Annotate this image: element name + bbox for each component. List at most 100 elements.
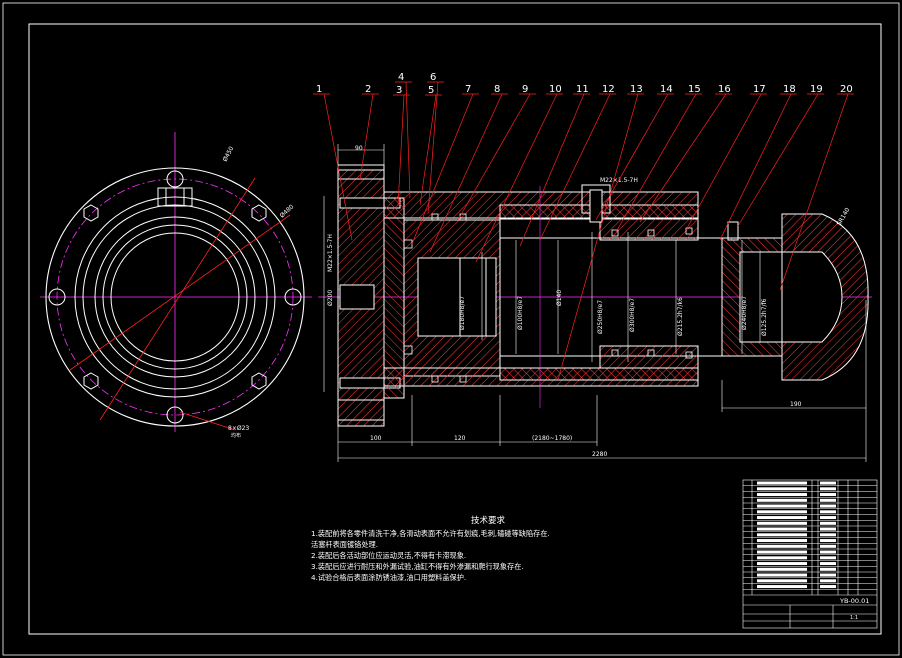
note-line: 3.装配后应进行耐压和外漏试验,油缸不得有外渗漏和爬行现象存在. xyxy=(311,562,524,571)
dim-len-190: 190 xyxy=(790,401,802,408)
title-block-cell-text xyxy=(757,481,807,485)
balloon-number: 11 xyxy=(576,84,589,95)
title-block-cell-text xyxy=(820,493,836,497)
gland-top xyxy=(599,217,699,241)
title-block-cell-text xyxy=(757,550,807,554)
hole-note-label: 均布 xyxy=(231,432,241,439)
title-block-cell-text xyxy=(820,544,836,548)
title-block-cell-text xyxy=(820,516,836,520)
title-block xyxy=(742,479,878,629)
dim-len-120: 120 xyxy=(454,435,466,442)
balloon-number: 2 xyxy=(365,84,371,95)
title-block-cell-text xyxy=(820,527,836,531)
title-block-cell-text xyxy=(757,516,807,520)
note-line: 2.装配后各活动部位应运动灵活,不得有卡滞现象. xyxy=(311,551,467,560)
rod-end-screw xyxy=(727,221,739,241)
dim-gland2: Ø240H8/e7 xyxy=(741,296,748,330)
title-block-cell-text xyxy=(757,487,807,491)
title-block-cell-text xyxy=(757,573,807,577)
dim-gland3: Ø125.2h7/f6 xyxy=(761,298,768,336)
balloon-number: 6 xyxy=(430,72,436,83)
bolt-head-hex xyxy=(251,372,267,390)
balloon-leader xyxy=(475,93,558,263)
title-block-cell-text xyxy=(820,539,836,543)
title-block-cell-text xyxy=(757,521,807,525)
flange-dia-label-1: Ø450 xyxy=(222,145,236,163)
balloon-leader xyxy=(397,94,405,207)
title-block-cell-text xyxy=(757,544,807,548)
bottom-dim-texts: 100 120 (2180~1780) 2280 190 xyxy=(370,401,802,458)
title-block-cell-text xyxy=(820,562,836,566)
balloon-leader xyxy=(359,93,374,181)
dim-piston: Ø180H8/e7 xyxy=(459,296,466,330)
hole-spec-label: 8×Ø23 xyxy=(228,425,249,432)
title-block-cell-text xyxy=(757,539,807,543)
balloon-number: 19 xyxy=(810,84,823,95)
balloon-leader xyxy=(419,94,437,206)
title-block-cell-text xyxy=(820,573,836,577)
title-block-cell-text xyxy=(820,504,836,508)
title-block-cell-text xyxy=(757,556,807,560)
title-block-cell-text xyxy=(757,510,807,514)
balloon-number: 8 xyxy=(494,84,500,95)
dim-gland: Ø215.2h7/k6 xyxy=(677,297,684,336)
balloon-number: 7 xyxy=(465,84,471,95)
title-block-cell-text xyxy=(757,585,807,589)
tube-ext-bottom xyxy=(499,367,699,381)
dim-len-stroke: (2180~1780) xyxy=(532,435,572,442)
note-line: 活塞杆表面镀铬处理. xyxy=(311,540,378,549)
sectional-view: M22×1.5-7H Ø200 Ø180H8/e7 Ø100H8/e7 Ø140… xyxy=(313,72,872,462)
rear-port xyxy=(339,284,375,310)
balloon-number: 20 xyxy=(840,84,853,95)
title-block-cell-text xyxy=(820,550,836,554)
title-block-cell-text xyxy=(757,527,807,531)
note-line: 1.装配前将各零件清洗干净,各滑动表面不允许有划痕,毛刺,磕碰等缺陷存在. xyxy=(311,529,550,538)
balloon-number: 3 xyxy=(396,85,402,96)
balloon-leader xyxy=(519,93,585,247)
dim-port: M22×1.5-7H xyxy=(327,234,334,272)
balloon-number: 18 xyxy=(783,84,796,95)
title-block-cell-text xyxy=(820,481,836,485)
bolt-head-hex xyxy=(251,204,267,222)
balloon-number: 16 xyxy=(718,84,731,95)
note-line: 4.试验合格后表面涂防锈油漆,油口用塑料盖保护. xyxy=(311,573,467,582)
balloon-number: 5 xyxy=(428,85,434,96)
dim-tube-ext: Ø300H8/e7 xyxy=(629,298,636,332)
notes-title: 技术要求 xyxy=(471,516,506,526)
dim-len-90: 90 xyxy=(355,145,363,152)
balloon-number: 15 xyxy=(688,84,701,95)
title-block-cell-text xyxy=(820,487,836,491)
dim-flange: Ø200 xyxy=(327,290,334,306)
drawing-number: YB-00.01 xyxy=(839,597,869,605)
piston-bore xyxy=(417,257,497,337)
title-block-cell-text xyxy=(757,504,807,508)
bolt-head-hex xyxy=(83,372,99,390)
balloon-leader xyxy=(719,93,792,241)
title-block-cell-text xyxy=(820,556,836,560)
sheet-scale: 1:1 xyxy=(850,615,858,621)
title-block-cell-text xyxy=(757,562,807,566)
bolt-head-hex xyxy=(83,204,99,222)
balloon-number: 17 xyxy=(753,84,766,95)
dim-rod: Ø100H8/e7 xyxy=(517,296,524,330)
balloon-leader xyxy=(405,81,411,199)
spherical-end-inner xyxy=(781,251,843,343)
diameter-leader-1 xyxy=(99,177,256,421)
balloon-number: 13 xyxy=(630,84,643,95)
title-block-cell-text xyxy=(820,579,836,583)
balloon-number: 4 xyxy=(398,72,404,83)
dim-rod-b: Ø140 xyxy=(556,290,563,306)
dim-bore-main: Ø250H8/e7 xyxy=(597,300,604,334)
title-block-cell-text xyxy=(757,567,807,571)
title-block-cell-text xyxy=(820,521,836,525)
title-block-cell-text xyxy=(820,498,836,502)
balloon-number: 1 xyxy=(316,84,322,95)
title-block-cell-text xyxy=(757,498,807,502)
balloon-number: 14 xyxy=(660,84,673,95)
gland-bottom xyxy=(599,345,699,369)
title-block-cell-text xyxy=(757,579,807,583)
title-block-cell-text xyxy=(820,533,836,537)
title-block-cell-text xyxy=(820,567,836,571)
balloon-number: 9 xyxy=(522,84,528,95)
title-block-cell-text xyxy=(757,533,807,537)
